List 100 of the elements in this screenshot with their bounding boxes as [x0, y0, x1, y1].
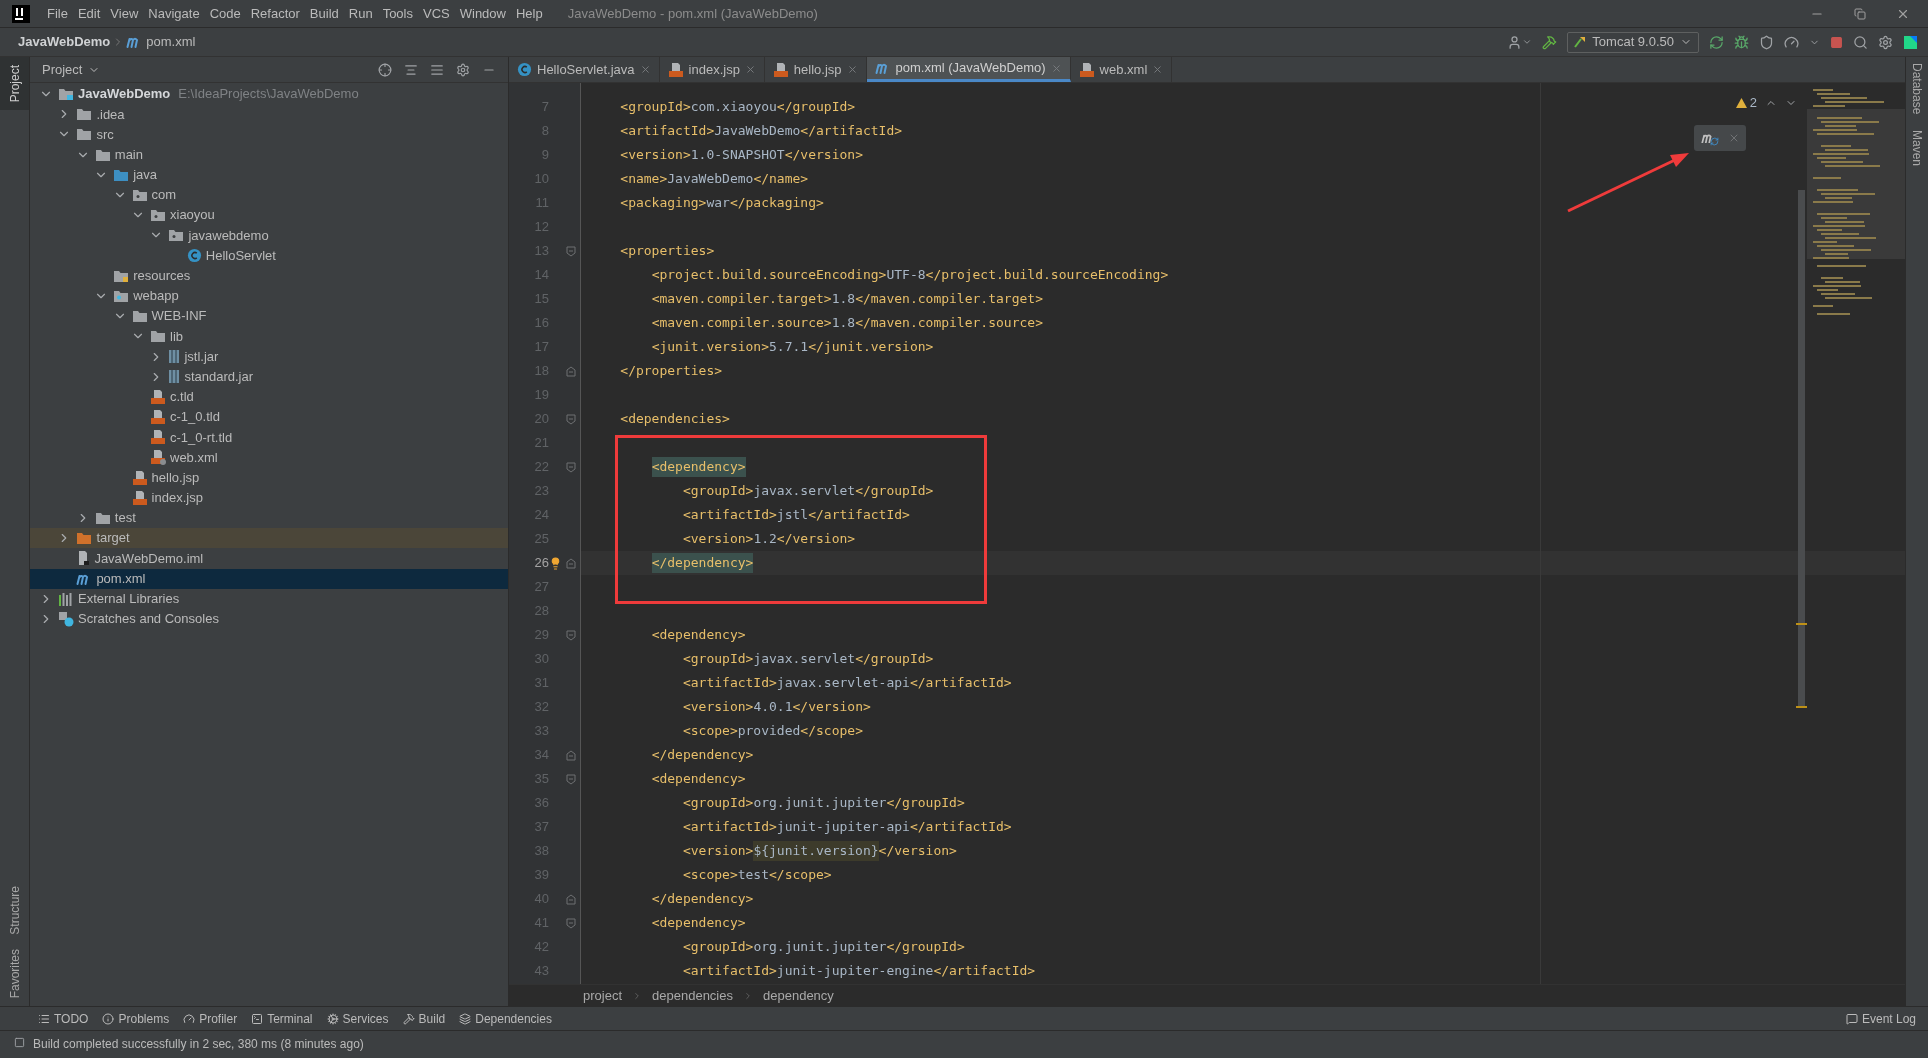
menu-item[interactable]: Edit: [72, 3, 106, 24]
debug-icon[interactable]: [1734, 34, 1749, 50]
build-icon[interactable]: [1542, 34, 1558, 50]
nav-breadcrumb-item[interactable]: pom.xml: [146, 32, 196, 52]
tree-item[interactable]: test: [30, 507, 508, 529]
tool-window-button[interactable]: TODO: [38, 1009, 89, 1028]
editor-tab[interactable]: index.jsp: [659, 57, 765, 82]
menu-item[interactable]: Help: [510, 3, 548, 24]
nav-breadcrumb-item[interactable]: JavaWebDemo: [18, 32, 111, 52]
fold-icon[interactable]: [566, 245, 576, 257]
tree-item[interactable]: c-1_0-rt.tld: [30, 427, 508, 448]
restore-icon[interactable]: [1854, 7, 1866, 20]
tree-item[interactable]: java: [30, 164, 508, 185]
event-log-button[interactable]: Event Log: [1845, 1009, 1916, 1028]
tree-item[interactable]: WEB-INF: [30, 306, 508, 327]
expand-all-icon[interactable]: [404, 62, 418, 77]
fold-icon[interactable]: [566, 413, 576, 425]
search-icon[interactable]: [1853, 34, 1868, 50]
editor-tab[interactable]: HelloServlet.java: [509, 57, 660, 82]
fold-icon[interactable]: [566, 893, 576, 905]
tree-item[interactable]: index.jsp: [30, 487, 508, 508]
tree-item-label: com: [151, 186, 177, 205]
tree-item[interactable]: jstl.jar: [30, 346, 508, 367]
tree-item[interactable]: main: [30, 144, 508, 165]
rerun-icon[interactable]: [1709, 34, 1724, 50]
tree-item[interactable]: lib: [30, 326, 508, 347]
toolbox-logo[interactable]: [1903, 34, 1918, 50]
close-icon[interactable]: [1152, 64, 1164, 75]
tree-item[interactable]: src: [30, 124, 508, 145]
scrollbar[interactable]: [1798, 190, 1805, 707]
tool-window-tab[interactable]: Database: [1908, 63, 1926, 115]
tree-item[interactable]: c.tld: [30, 386, 508, 407]
fold-icon[interactable]: [566, 749, 576, 761]
tool-window-button[interactable]: Problems: [102, 1009, 170, 1028]
menu-item[interactable]: View: [105, 3, 144, 24]
menu-item[interactable]: Navigate: [143, 3, 205, 24]
tree-item[interactable]: web.xml: [30, 447, 508, 468]
tool-window-button[interactable]: Services: [326, 1009, 389, 1028]
settings-icon[interactable]: [1878, 34, 1893, 50]
fold-icon[interactable]: [566, 917, 576, 929]
code-line: <junit.version>5.7.1</junit.version>: [650, 338, 934, 357]
editor-breadcrumb-item[interactable]: project: [583, 985, 623, 1006]
menu-item[interactable]: File: [42, 3, 73, 24]
settings-icon[interactable]: [456, 62, 470, 77]
menu-item[interactable]: Window: [454, 3, 511, 24]
tree-item[interactable]: standard.jar: [30, 366, 508, 387]
tree-item[interactable]: pom.xml: [30, 568, 508, 589]
fold-icon[interactable]: [566, 629, 576, 641]
menu-item[interactable]: Run: [343, 3, 378, 24]
menu-item[interactable]: Tools: [377, 3, 418, 24]
menu-item[interactable]: Code: [204, 3, 246, 24]
fold-icon[interactable]: [566, 461, 576, 473]
tool-window-tab[interactable]: Structure: [1, 885, 28, 935]
profile-icon[interactable]: [1784, 34, 1799, 50]
editor-breadcrumb-item[interactable]: dependency: [763, 985, 834, 1006]
tree-item[interactable]: External Libraries: [30, 588, 508, 609]
lightbulb-icon[interactable]: [549, 556, 562, 570]
tool-window-button[interactable]: Dependencies: [459, 1009, 552, 1028]
tree-item[interactable]: javawebdemo: [30, 225, 508, 246]
editor-tab[interactable]: web.xml: [1070, 57, 1173, 82]
tree-item[interactable]: JavaWebDemo E:\IdeaProjects\JavaWebDemo: [30, 84, 508, 105]
fold-icon[interactable]: [566, 365, 576, 377]
project-view-dropdown[interactable]: Project: [42, 59, 101, 80]
stop-icon[interactable]: [1830, 35, 1843, 49]
editor-tab[interactable]: pom.xml (JavaWebDemo): [866, 57, 1071, 82]
user-icon[interactable]: [1507, 34, 1523, 50]
tool-window-button[interactable]: Profiler: [183, 1009, 238, 1028]
maven-reload-popup[interactable]: [1694, 125, 1746, 151]
tree-item[interactable]: webapp: [30, 285, 508, 307]
close-icon[interactable]: [846, 64, 858, 75]
tree-item[interactable]: target: [30, 528, 508, 549]
tree-item[interactable]: Scratches and Consoles: [30, 608, 508, 630]
menu-item[interactable]: VCS: [418, 3, 455, 24]
menu-item[interactable]: Build: [304, 3, 344, 24]
tool-window-tab[interactable]: Project: [0, 57, 29, 111]
editor-breadcrumb-item[interactable]: dependencies: [652, 985, 733, 1006]
caret-icon[interactable]: [1522, 37, 1533, 47]
warning-indicator[interactable]: 2: [1735, 93, 1757, 113]
tree-item[interactable]: xiaoyou: [30, 205, 508, 226]
coverage-icon[interactable]: [1759, 34, 1774, 50]
tree-item[interactable]: resources: [30, 265, 508, 286]
tree-item[interactable]: com: [30, 184, 508, 206]
tree-item[interactable]: hello.jsp: [30, 467, 508, 488]
close-icon[interactable]: [744, 64, 756, 75]
fold-icon[interactable]: [566, 557, 576, 569]
collapse-all-icon[interactable]: [430, 62, 444, 77]
fold-icon[interactable]: [566, 773, 576, 785]
tool-window-tab[interactable]: Favorites: [1, 948, 28, 998]
tool-window-tab[interactable]: Maven: [1908, 130, 1926, 167]
tool-window-button[interactable]: Terminal: [251, 1009, 313, 1028]
tree-item[interactable]: c-1_0.tld: [30, 407, 508, 428]
tree-item[interactable]: HelloServlet: [30, 245, 508, 266]
tool-window-button[interactable]: Build: [402, 1009, 446, 1028]
tree-item[interactable]: JavaWebDemo.iml: [30, 548, 508, 569]
run-config-dropdown[interactable]: Tomcat 9.0.50: [1567, 31, 1699, 53]
close-icon[interactable]: [639, 64, 651, 75]
tree-item[interactable]: .idea: [30, 104, 508, 125]
editor-tab[interactable]: hello.jsp: [764, 57, 867, 82]
menu-item[interactable]: Refactor: [245, 3, 305, 24]
locate-icon[interactable]: [378, 62, 392, 77]
